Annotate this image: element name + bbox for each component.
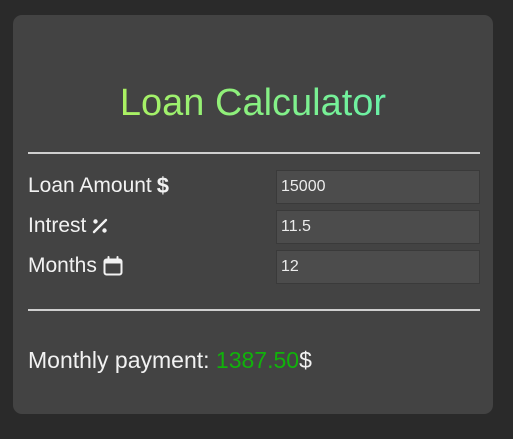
months-input[interactable]: [276, 250, 480, 284]
calendar-icon: [102, 255, 124, 277]
top-divider: [28, 152, 480, 154]
page-title: Loan Calculator: [13, 81, 493, 125]
percent-icon: [91, 217, 109, 235]
interest-input[interactable]: [276, 210, 480, 244]
loan-calculator-card: Loan Calculator Loan Amount $ Intrest Mo…: [13, 15, 493, 414]
loan-amount-input[interactable]: [276, 170, 480, 204]
loan-amount-row: Loan Amount $: [28, 170, 480, 204]
monthly-payment-label: Monthly payment:: [28, 347, 216, 373]
monthly-payment-result: Monthly payment: 1387.50$: [28, 345, 312, 375]
currency-symbol: $: [299, 347, 312, 373]
interest-label-text: Intrest: [28, 214, 87, 237]
loan-amount-label: Loan Amount $: [28, 173, 169, 199]
monthly-payment-value: 1387.50: [215, 347, 300, 373]
dollar-icon: $: [156, 173, 170, 198]
months-label-text: Months: [28, 254, 97, 277]
months-label: Months: [28, 253, 124, 279]
interest-row: Intrest: [28, 210, 480, 244]
loan-amount-label-text: Loan Amount: [28, 174, 152, 197]
bottom-divider: [28, 309, 480, 311]
interest-label: Intrest: [28, 213, 109, 239]
months-row: Months: [28, 250, 480, 284]
